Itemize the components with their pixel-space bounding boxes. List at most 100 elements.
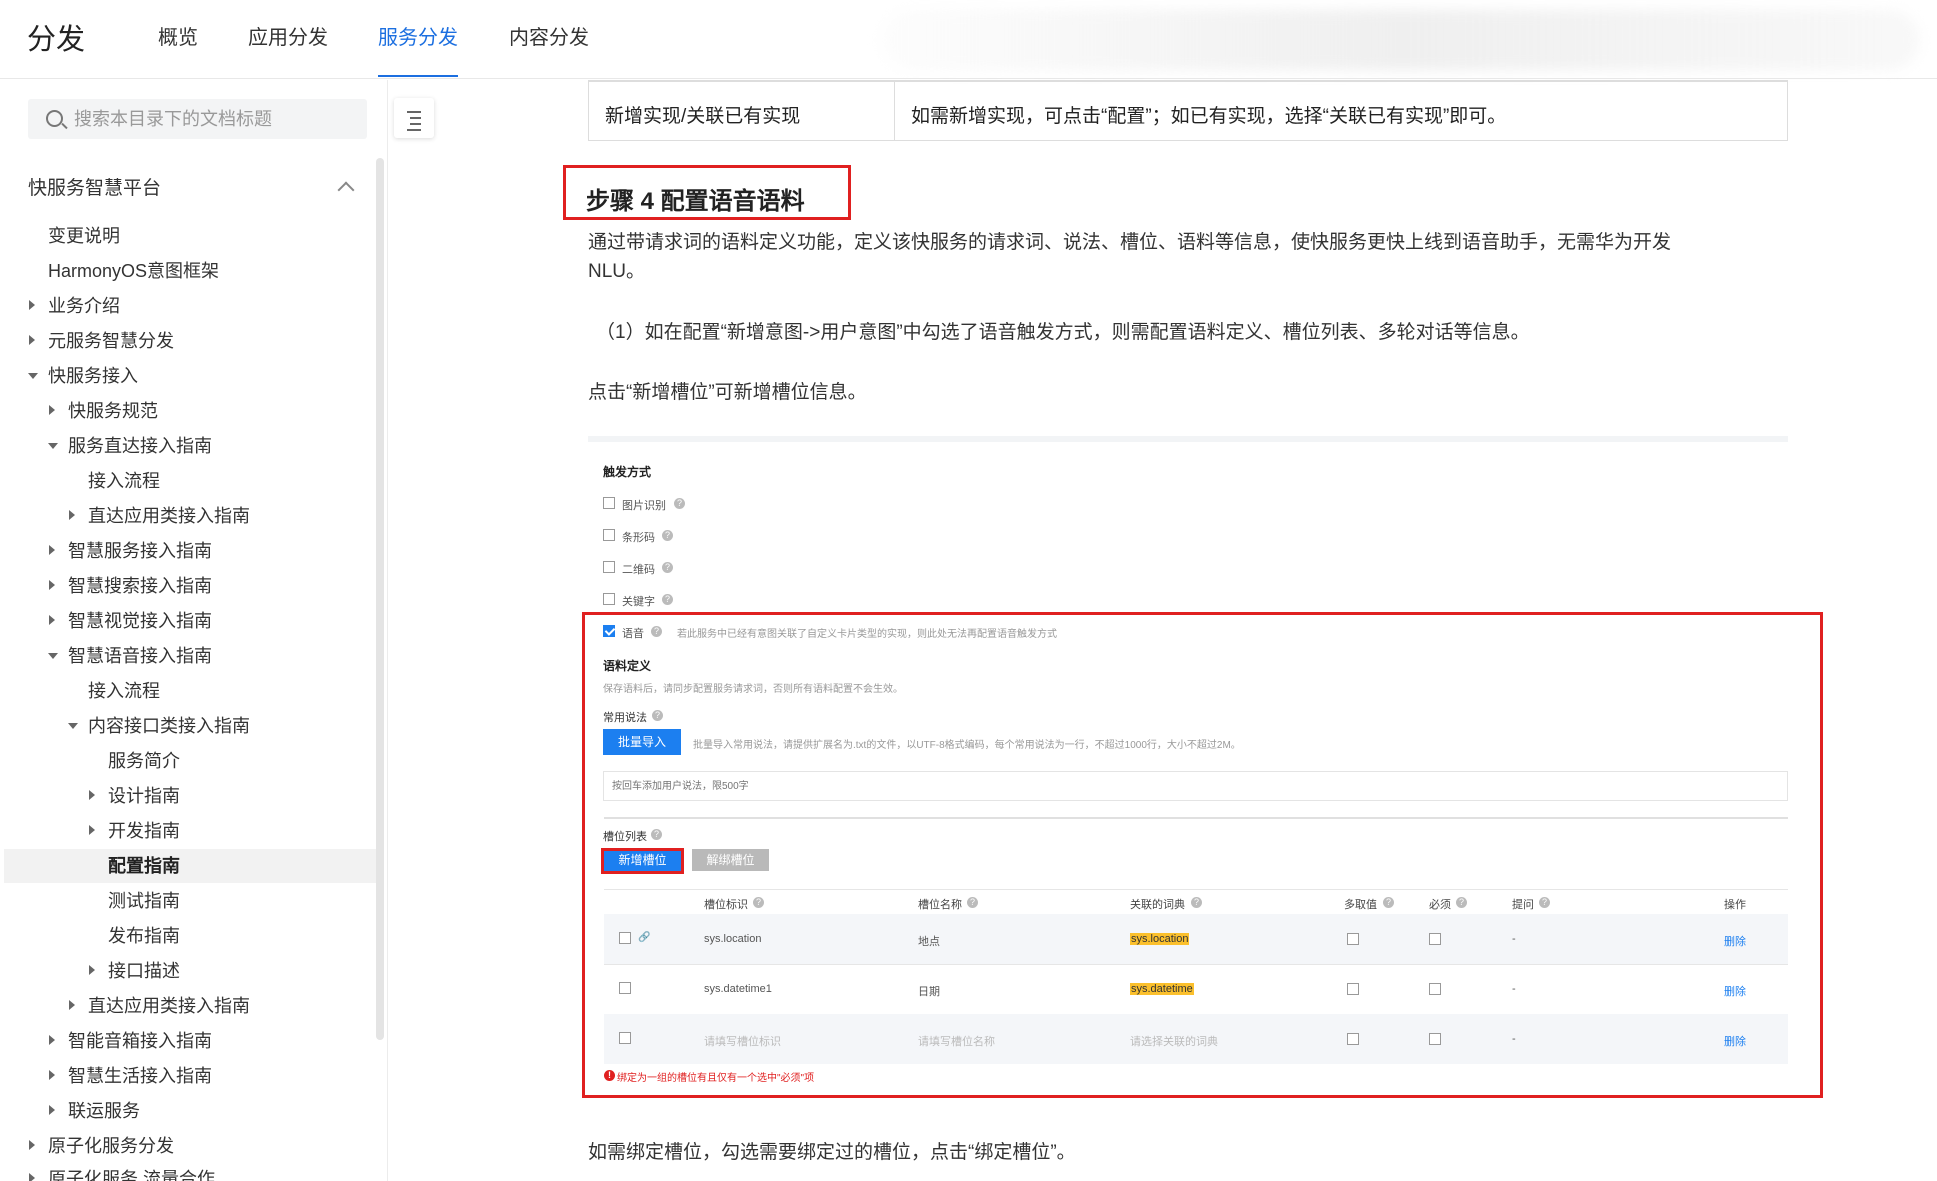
slot-name[interactable]: 日期: [918, 983, 940, 999]
caret-right-icon[interactable]: [29, 1173, 35, 1181]
sidebar-item[interactable]: 设计指南: [108, 781, 180, 811]
caret-down-icon[interactable]: [28, 373, 38, 379]
sidebar-item[interactable]: 接口描述: [108, 956, 180, 986]
caret-right-icon[interactable]: [49, 615, 55, 625]
sidebar-item[interactable]: HarmonyOS意图框架: [48, 256, 219, 286]
sidebar-item[interactable]: 直达应用类接入指南: [88, 991, 250, 1021]
help-icon[interactable]: ?: [662, 594, 673, 605]
sidebar-item[interactable]: 服务直达接入指南: [68, 431, 212, 461]
caret-right-icon[interactable]: [49, 405, 55, 415]
sidebar-item[interactable]: 测试指南: [108, 886, 180, 916]
checkbox[interactable]: [619, 982, 631, 994]
caret-right-icon[interactable]: [89, 825, 95, 835]
sidebar-item[interactable]: 智能音箱接入指南: [68, 1026, 212, 1056]
sidebar-item[interactable]: 发布指南: [108, 921, 180, 951]
help-icon[interactable]: ?: [651, 829, 662, 840]
help-icon[interactable]: ?: [1456, 897, 1467, 908]
bulk-import-button[interactable]: 批量导入: [603, 729, 681, 755]
sidebar-item[interactable]: 智慧生活接入指南: [68, 1061, 212, 1091]
caret-right-icon[interactable]: [69, 1000, 75, 1010]
checkbox[interactable]: [603, 593, 615, 605]
checkbox[interactable]: [619, 932, 631, 944]
caret-right-icon[interactable]: [49, 1070, 55, 1080]
caret-down-icon[interactable]: [68, 723, 78, 729]
tab-content-distribution[interactable]: 内容分发: [509, 21, 589, 77]
caret-right-icon[interactable]: [69, 510, 75, 520]
help-icon[interactable]: ?: [1539, 897, 1550, 908]
slot-id[interactable]: sys.datetime1: [704, 983, 772, 995]
sidebar-section-title[interactable]: 快服务智慧平台: [28, 174, 161, 204]
caret-down-icon[interactable]: [48, 653, 58, 659]
tab-overview[interactable]: 概览: [158, 21, 198, 77]
checkbox[interactable]: [1347, 933, 1359, 945]
delete-link[interactable]: 删除: [1724, 933, 1746, 949]
sidebar-item[interactable]: 智慧服务接入指南: [68, 536, 212, 566]
help-icon[interactable]: ?: [1191, 897, 1202, 908]
checkbox[interactable]: [1347, 983, 1359, 995]
caret-right-icon[interactable]: [49, 1105, 55, 1115]
sidebar-item[interactable]: 业务介绍: [48, 291, 120, 321]
slot-id-placeholder[interactable]: 请填写槽位标识: [704, 1033, 781, 1049]
caret-right-icon[interactable]: [89, 790, 95, 800]
checkbox[interactable]: [1347, 1033, 1359, 1045]
help-icon[interactable]: ?: [652, 710, 663, 721]
tab-service-distribution[interactable]: 服务分发: [378, 21, 458, 77]
top-header: 分发 概览 应用分发 服务分发 内容分发: [0, 0, 1937, 79]
toc-toggle-button[interactable]: [394, 98, 434, 138]
delete-link[interactable]: 删除: [1724, 983, 1746, 999]
sidebar-item[interactable]: 智慧搜索接入指南: [68, 571, 212, 601]
checkbox[interactable]: [619, 1032, 631, 1044]
sidebar-item[interactable]: 快服务接入: [48, 361, 138, 391]
help-icon[interactable]: ?: [1383, 897, 1394, 908]
caret-right-icon[interactable]: [29, 335, 35, 345]
help-icon[interactable]: ?: [674, 498, 685, 509]
say-input[interactable]: [603, 771, 1788, 801]
caret-down-icon[interactable]: [48, 443, 58, 449]
checkbox[interactable]: [1429, 933, 1441, 945]
checkbox[interactable]: [1429, 1033, 1441, 1045]
checkbox[interactable]: [603, 497, 615, 509]
sidebar-item[interactable]: 智慧语音接入指南: [68, 641, 212, 671]
sidebar-item[interactable]: 直达应用类接入指南: [88, 501, 250, 531]
sidebar-item[interactable]: 元服务智慧分发: [48, 326, 174, 356]
checkbox[interactable]: [1429, 983, 1441, 995]
sidebar-item[interactable]: 变更说明: [48, 221, 120, 251]
search-input[interactable]: [74, 99, 354, 139]
caret-right-icon[interactable]: [29, 300, 35, 310]
sidebar-item[interactable]: 接入流程: [88, 676, 160, 706]
sidebar-item[interactable]: 接入流程: [88, 466, 160, 496]
unbind-slot-button[interactable]: 解绑槽位: [692, 849, 769, 871]
slot-name-placeholder[interactable]: 请填写槽位名称: [918, 1033, 995, 1049]
sidebar-item[interactable]: 联运服务: [68, 1096, 140, 1126]
caret-right-icon[interactable]: [29, 1140, 35, 1150]
tab-app-distribution[interactable]: 应用分发: [248, 21, 328, 77]
help-icon[interactable]: ?: [651, 626, 662, 637]
caret-right-icon[interactable]: [49, 1035, 55, 1045]
sidebar-item[interactable]: 快服务规范: [68, 396, 158, 426]
help-icon[interactable]: ?: [967, 897, 978, 908]
caret-right-icon[interactable]: [49, 580, 55, 590]
caret-right-icon[interactable]: [89, 965, 95, 975]
sidebar-item[interactable]: 服务简介: [108, 746, 180, 776]
slot-dict[interactable]: sys.datetime: [1130, 983, 1194, 995]
checkbox[interactable]: [603, 561, 615, 573]
sidebar-item-active[interactable]: 配置指南: [108, 851, 180, 881]
slot-dict-placeholder[interactable]: 请选择关联的词典: [1130, 1033, 1218, 1049]
slot-name[interactable]: 地点: [918, 933, 940, 949]
sidebar-scrollbar[interactable]: [376, 158, 384, 1040]
checkbox[interactable]: [603, 529, 615, 541]
sidebar-item[interactable]: 原子化服务分发: [48, 1131, 174, 1161]
link-icon[interactable]: 🔗: [638, 932, 650, 943]
help-icon[interactable]: ?: [662, 562, 673, 573]
caret-right-icon[interactable]: [49, 545, 55, 555]
sidebar-item[interactable]: 智慧视觉接入指南: [68, 606, 212, 636]
sidebar-item[interactable]: 原子化服务 流量合作: [48, 1164, 215, 1181]
sidebar-item[interactable]: 开发指南: [108, 816, 180, 846]
slot-id[interactable]: sys.location: [704, 933, 761, 945]
delete-link[interactable]: 删除: [1724, 1033, 1746, 1049]
checkbox-checked[interactable]: [603, 625, 615, 637]
help-icon[interactable]: ?: [753, 897, 764, 908]
help-icon[interactable]: ?: [662, 530, 673, 541]
slot-dict[interactable]: sys.location: [1130, 933, 1190, 945]
sidebar-item[interactable]: 内容接口类接入指南: [88, 711, 250, 741]
